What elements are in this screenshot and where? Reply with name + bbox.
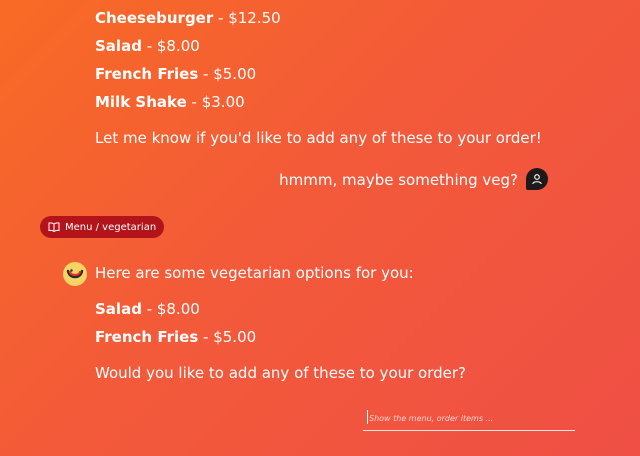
menu-item-name: Cheeseburger [95, 9, 214, 27]
menu-item-price: $8.00 [156, 37, 200, 55]
menu-item-name: French Fries [95, 65, 199, 83]
menu-item-name: French Fries [95, 328, 199, 346]
book-open-icon [48, 222, 60, 232]
menu-item-price: $5.00 [213, 328, 257, 346]
separator: - [198, 65, 214, 83]
message-input[interactable] [363, 406, 575, 431]
menu-item: French Fries - $5.00 [95, 327, 256, 347]
assistant-followup: Would you like to add any of these to yo… [95, 364, 467, 382]
chat-transcript: Cheeseburger - $12.50 Salad - $8.00 Fren… [0, 0, 640, 456]
separator: - [141, 37, 157, 55]
menu-item: French Fries - $5.00 [95, 64, 256, 84]
separator: - [186, 93, 202, 111]
user-avatar [526, 168, 548, 190]
menu-item: Salad - $8.00 [95, 36, 200, 56]
tool-call-chip[interactable]: Menu / vegetarian [40, 216, 165, 238]
menu-item-price: $12.50 [228, 9, 281, 27]
separator: - [198, 328, 214, 346]
menu-item: Salad - $8.00 [95, 299, 200, 319]
smiley-bot-icon [66, 269, 84, 279]
separator: - [213, 9, 229, 27]
menu-item: Milk Shake - $3.00 [95, 92, 245, 112]
assistant-followup: Let me know if you'd like to add any of … [95, 129, 542, 147]
menu-item-price: $8.00 [156, 300, 200, 318]
menu-item-price: $3.00 [201, 93, 245, 111]
menu-item-name: Milk Shake [95, 93, 187, 111]
user-icon [532, 174, 542, 185]
assistant-intro: Here are some vegetarian options for you… [95, 264, 414, 282]
user-message-text: hmmm, maybe something veg? [279, 171, 518, 189]
tool-call-label: Menu / vegetarian [65, 221, 157, 233]
menu-item-name: Salad [95, 300, 142, 318]
menu-item-name: Salad [95, 37, 142, 55]
text-cursor [367, 410, 368, 424]
menu-item-price: $5.00 [213, 65, 257, 83]
message-composer[interactable] [363, 406, 575, 431]
bot-avatar [63, 262, 87, 286]
separator: - [141, 300, 157, 318]
menu-item: Cheeseburger - $12.50 [95, 8, 281, 28]
